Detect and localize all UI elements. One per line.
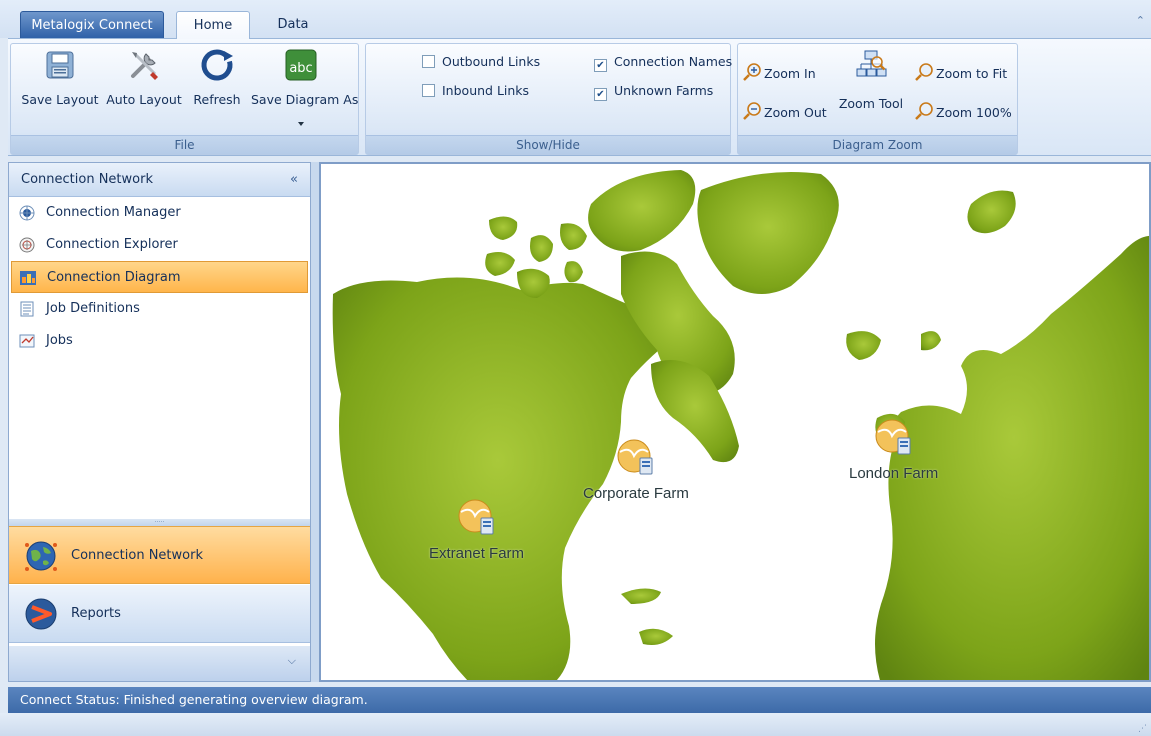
nav-item-connection-manager[interactable]: Connection Manager	[9, 197, 310, 229]
zoom-group: Zoom In Zoom Out Zoom Tool Zoom to Fit Z…	[737, 43, 1018, 155]
navigation-pane: Connection Network « Connection Manager …	[8, 162, 311, 682]
nav-button-connection-network[interactable]: Connection Network	[9, 526, 310, 584]
farm-server-icon	[458, 499, 494, 535]
farm-node-corporate[interactable]: Corporate Farm	[583, 434, 689, 502]
status-bar: Connect Status: Finished generating over…	[8, 687, 1151, 713]
nav-item-job-definitions[interactable]: Job Definitions	[9, 293, 310, 325]
pane-splitter[interactable]: ·····	[9, 519, 310, 526]
zoom-out-icon	[743, 102, 761, 120]
nav-button-reports[interactable]: Reports	[9, 585, 310, 643]
app-menu-button[interactable]: Metalogix Connect	[20, 11, 164, 38]
showhide-group: Outbound Links Inbound Links ✔ Connection…	[365, 43, 732, 155]
connection-names-checkbox[interactable]: ✔ Connection Names	[594, 54, 732, 72]
zoom-tool-button[interactable]: Zoom Tool	[836, 48, 906, 111]
farm-node-london[interactable]: London Farm	[849, 414, 938, 482]
file-group: Save Layout Auto Layout Refresh abc Save…	[10, 43, 359, 155]
bottom-bar: ⋰	[0, 713, 1151, 736]
zoom-in-icon	[743, 63, 761, 81]
save-diagram-as-button[interactable]: abc Save Diagram As	[251, 48, 358, 126]
checkbox-unchecked[interactable]	[422, 55, 435, 68]
farm-server-icon	[875, 419, 911, 455]
svg-text:abc: abc	[289, 61, 312, 76]
abc-diagram-icon: abc	[284, 48, 318, 82]
checkbox-checked[interactable]: ✔	[594, 59, 607, 72]
reports-icon	[25, 598, 57, 630]
zoom-out-button[interactable]: Zoom Out	[742, 101, 827, 121]
auto-layout-button[interactable]: Auto Layout	[105, 48, 183, 107]
collapse-ribbon-icon[interactable]: ⌃	[1136, 14, 1145, 27]
farm-node-extranet[interactable]: Extranet Farm	[429, 494, 524, 562]
tab-data[interactable]: Data	[262, 11, 324, 39]
nav-item-jobs[interactable]: Jobs	[9, 325, 310, 357]
connection-diagram-canvas[interactable]: Corporate Farm Extranet Farm London Farm	[319, 162, 1151, 682]
globe-network-icon	[25, 541, 57, 571]
tools-icon	[127, 48, 161, 82]
ribbon-tab-bar: Metalogix Connect Home Data ⌃	[0, 0, 1151, 39]
outbound-links-checkbox[interactable]: Outbound Links	[422, 54, 540, 70]
collapse-pane-icon[interactable]: «	[290, 163, 298, 197]
pane-footer: ⌵	[9, 646, 310, 681]
save-layout-button[interactable]: Save Layout	[21, 48, 99, 107]
pane-header: Connection Network «	[9, 163, 310, 197]
zoom-fit-icon	[915, 63, 933, 81]
zoom-in-button[interactable]: Zoom In	[742, 62, 816, 82]
zoom-100-icon	[915, 102, 933, 120]
zoom-100-button[interactable]: Zoom 100%	[914, 101, 1012, 121]
chevron-down-icon[interactable]: ⌵	[288, 654, 296, 668]
compass-icon	[19, 237, 35, 253]
document-list-icon	[20, 301, 34, 317]
refresh-button[interactable]: Refresh	[189, 48, 245, 107]
world-map	[332, 170, 1149, 680]
zoom-to-fit-button[interactable]: Zoom to Fit	[914, 62, 1007, 82]
nav-item-connection-explorer[interactable]: Connection Explorer	[9, 229, 310, 261]
checkbox-checked[interactable]: ✔	[594, 88, 607, 101]
inbound-links-checkbox[interactable]: Inbound Links	[422, 83, 529, 99]
nav-item-connection-diagram[interactable]: Connection Diagram	[11, 261, 308, 293]
unknown-farms-checkbox[interactable]: ✔ Unknown Farms	[594, 83, 713, 101]
connection-manager-icon	[19, 205, 35, 221]
farm-server-icon	[617, 439, 653, 475]
refresh-icon	[200, 48, 234, 82]
connection-diagram-icon	[20, 271, 36, 285]
ribbon: Save Layout Auto Layout Refresh abc Save…	[8, 38, 1151, 156]
zoom-tool-icon	[854, 48, 888, 82]
checkbox-unchecked[interactable]	[422, 84, 435, 97]
floppy-disk-icon	[43, 48, 77, 82]
showhide-group-label: Show/Hide	[366, 135, 730, 154]
vertical-splitter[interactable]	[311, 162, 319, 682]
zoom-group-label: Diagram Zoom	[738, 135, 1017, 154]
resize-grip-icon[interactable]: ⋰	[1138, 724, 1147, 734]
jobs-icon	[19, 334, 35, 348]
tab-home[interactable]: Home	[176, 11, 250, 39]
file-group-label: File	[11, 135, 358, 154]
dropdown-arrow-icon[interactable]	[298, 122, 304, 126]
